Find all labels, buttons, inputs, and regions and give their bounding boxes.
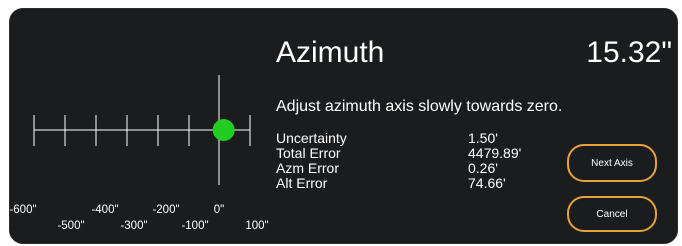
stat-row-total-error: Total Error 4479.89' [276, 146, 556, 161]
stat-row-uncertainty: Uncertainty 1.50' [276, 131, 556, 146]
stat-label: Azm Error [276, 160, 339, 176]
instruction-text: Adjust azimuth axis slowly towards zero. [276, 98, 563, 115]
stat-value: 1.50' [468, 130, 498, 146]
axis-title: Azimuth [276, 36, 385, 69]
stat-label: Total Error [276, 145, 341, 161]
stat-label: Uncertainty [276, 130, 347, 146]
stat-value: 4479.89' [468, 145, 522, 161]
stat-value: 74.66' [468, 175, 506, 191]
axis-value: 15.32" [586, 36, 672, 69]
next-axis-button[interactable]: Next Axis [567, 144, 657, 182]
stat-label: Alt Error [276, 175, 328, 191]
error-stats: Uncertainty 1.50' Total Error 4479.89' A… [276, 131, 556, 191]
stat-value: 0.26' [468, 160, 498, 176]
stat-row-alt-error: Alt Error 74.66' [276, 176, 556, 191]
stat-row-azm-error: Azm Error 0.26' [276, 161, 556, 176]
cancel-button[interactable]: Cancel [567, 196, 657, 232]
